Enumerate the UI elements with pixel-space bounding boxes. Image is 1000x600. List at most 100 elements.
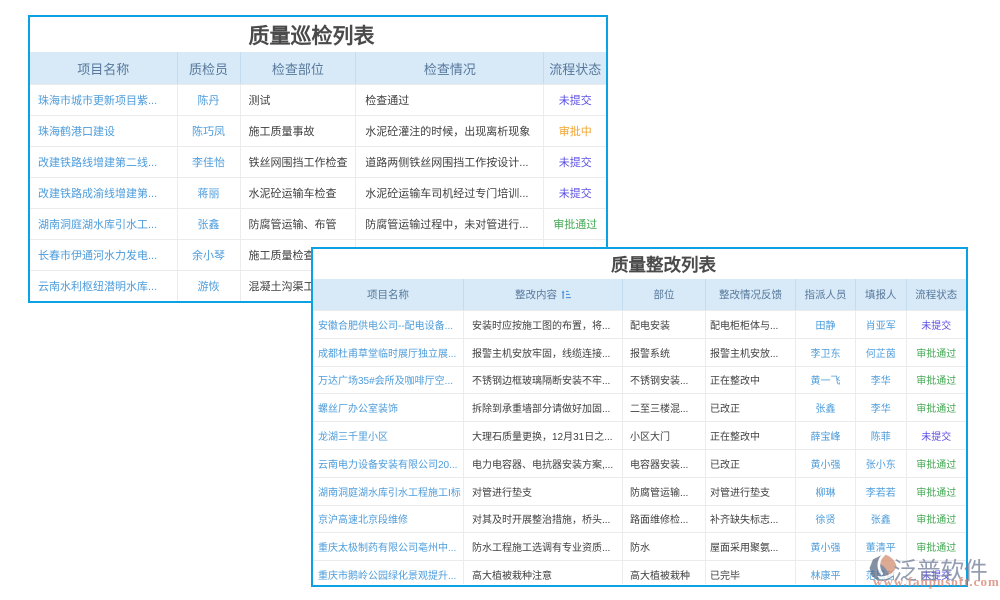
table-row[interactable]: 珠海市城市更新项目紫... 陈丹 测试 检查通过 未提交: [30, 84, 606, 115]
column-header-content-label: 整改内容: [515, 287, 557, 302]
reporter-cell: 陈菲: [856, 422, 907, 449]
project-link[interactable]: 改建铁路成渝线增建第...: [30, 178, 178, 208]
project-link[interactable]: 长春市伊通河水力发电...: [30, 240, 178, 270]
column-header-feedback: 整改情况反馈: [706, 279, 796, 310]
situation-cell: 检查通过: [356, 85, 544, 115]
inspector-cell: 余小琴: [178, 240, 241, 270]
reporter-cell: 肖亚军: [856, 311, 907, 338]
content-cell: 安装时应按施工图的布置，将...: [464, 311, 623, 338]
part-cell: 配电安装: [623, 311, 706, 338]
project-link[interactable]: 重庆市鹅岭公园绿化景观提升...: [313, 561, 464, 584]
feedback-cell: 屋面采用聚氨...: [706, 533, 796, 560]
project-link[interactable]: 湖南洞庭湖水库引水工...: [30, 209, 178, 239]
status-badge: 未提交: [544, 85, 606, 115]
content-cell: 大理石质量更换，12月31日之...: [464, 422, 623, 449]
table-row[interactable]: 改建铁路成渝线增建第... 蒋丽 水泥砼运输车检查 水泥砼运输车司机经过专门培训…: [30, 177, 606, 208]
assignee-cell: 黄一飞: [796, 367, 856, 394]
part-cell: 小区大门: [623, 422, 706, 449]
status-badge: 审批通过: [907, 506, 967, 533]
column-header-part: 检查部位: [241, 52, 357, 84]
project-link[interactable]: 万达广场35#会所及咖啡厅空...: [313, 367, 464, 394]
status-badge: 审批通过: [544, 209, 606, 239]
project-link[interactable]: 云南电力设备安装有限公司20...: [313, 450, 464, 477]
reporter-cell: 李若若: [856, 478, 907, 505]
project-link[interactable]: 龙湖三千里小区: [313, 422, 464, 449]
feedback-cell: 已改正: [706, 450, 796, 477]
column-header-project: 项目名称: [30, 52, 178, 84]
content-cell: 报警主机安放牢固，线缆连接...: [464, 339, 623, 366]
part-cell: 施工质量事故: [241, 116, 357, 146]
part-cell: 二至三楼混...: [623, 394, 706, 421]
sort-icon[interactable]: [561, 290, 571, 299]
feedback-cell: 已改正: [706, 394, 796, 421]
assignee-cell: 黄小强: [796, 450, 856, 477]
feedback-cell: 已完毕: [706, 561, 796, 584]
part-cell: 高大植被栽种: [623, 561, 706, 584]
table-row[interactable]: 改建铁路线增建第二线... 李佳怡 铁丝网围挡工作检查 道路两侧铁丝网围挡工作按…: [30, 146, 606, 177]
part-cell: 测试: [241, 85, 357, 115]
column-header-content[interactable]: 整改内容: [464, 279, 623, 310]
assignee-cell: 林康平: [796, 561, 856, 584]
project-link[interactable]: 云南水利枢纽潜明水库...: [30, 271, 178, 301]
reporter-cell: 张鑫: [856, 506, 907, 533]
table-row[interactable]: 湖南洞庭湖水库引水工程施工I标 对管进行垫支 防腐管运输... 对管进行垫支 柳…: [313, 477, 966, 505]
status-badge: 审批中: [544, 116, 606, 146]
situation-cell: 水泥砼灌注的时候，出现离析现象: [356, 116, 544, 146]
table-row[interactable]: 湖南洞庭湖水库引水工... 张鑫 防腐管运输、布管 防腐管运输过程中，未对管进行…: [30, 208, 606, 239]
part-cell: 防水: [623, 533, 706, 560]
table-row[interactable]: 云南电力设备安装有限公司20... 电力电容器、电抗器安装方案,... 电容器安…: [313, 449, 966, 477]
inspector-cell: 陈巧凤: [178, 116, 241, 146]
rectification-table-title: 质量整改列表: [313, 249, 966, 279]
situation-cell: 防腐管运输过程中，未对管进行...: [356, 209, 544, 239]
table-row[interactable]: 万达广场35#会所及咖啡厅空... 不锈钢边框玻璃隔断安装不牢... 不锈钢安装…: [313, 366, 966, 394]
status-badge: 审批通过: [907, 339, 967, 366]
project-link[interactable]: 珠海市城市更新项目紫...: [30, 85, 178, 115]
project-link[interactable]: 安徽合肥供电公司--配电设备...: [313, 311, 464, 338]
content-cell: 拆除到承重墙部分请做好加固...: [464, 394, 623, 421]
content-cell: 电力电容器、电抗器安装方案,...: [464, 450, 623, 477]
column-header-reporter: 填报人: [856, 279, 907, 310]
project-link[interactable]: 京沪高速北京段维修: [313, 506, 464, 533]
column-header-part: 部位: [623, 279, 706, 310]
reporter-cell: 李华: [856, 367, 907, 394]
project-link[interactable]: 珠海鹤港口建设: [30, 116, 178, 146]
status-badge: 审批通过: [907, 367, 967, 394]
column-header-assignee: 指派人员: [796, 279, 856, 310]
content-cell: 对其及时开展整治措施，桥头...: [464, 506, 623, 533]
project-link[interactable]: 螺丝厂办公室装饰: [313, 394, 464, 421]
status-badge: 未提交: [907, 311, 967, 338]
table-row[interactable]: 龙湖三千里小区 大理石质量更换，12月31日之... 小区大门 正在整改中 薛宝…: [313, 421, 966, 449]
project-link[interactable]: 湖南洞庭湖水库引水工程施工I标: [313, 478, 464, 505]
status-badge: 未提交: [907, 422, 967, 449]
project-link[interactable]: 重庆太极制药有限公司亳州中...: [313, 533, 464, 560]
table-row[interactable]: 成都杜甫草堂临时展厅独立展... 报警主机安放牢固，线缆连接... 报警系统 报…: [313, 338, 966, 366]
reporter-cell: 李华: [856, 394, 907, 421]
project-link[interactable]: 成都杜甫草堂临时展厅独立展...: [313, 339, 464, 366]
situation-cell: 水泥砼运输车司机经过专门培训...: [356, 178, 544, 208]
inspector-cell: 李佳怡: [178, 147, 241, 177]
rectification-table-body: 安徽合肥供电公司--配电设备... 安装时应按施工图的布置，将... 配电安装 …: [313, 310, 966, 584]
status-badge: 审批通过: [907, 450, 967, 477]
feedback-cell: 正在整改中: [706, 422, 796, 449]
feedback-cell: 正在整改中: [706, 367, 796, 394]
content-cell: 不锈钢边框玻璃隔断安装不牢...: [464, 367, 623, 394]
rectification-table: 质量整改列表 项目名称 整改内容 部位 整改情况反馈 指派人员 填报人 流程状态…: [311, 247, 968, 587]
page: 质量巡检列表 项目名称 质检员 检查部位 检查情况 流程状态 珠海市城市更新项目…: [0, 0, 1000, 600]
project-link[interactable]: 改建铁路线增建第二线...: [30, 147, 178, 177]
feedback-cell: 配电柜柜体与...: [706, 311, 796, 338]
feedback-cell: 报警主机安放...: [706, 339, 796, 366]
status-badge: 审批通过: [907, 394, 967, 421]
column-header-status: 流程状态: [907, 279, 967, 310]
part-cell: 不锈钢安装...: [623, 367, 706, 394]
reporter-cell: 张小东: [856, 450, 907, 477]
table-row[interactable]: 安徽合肥供电公司--配电设备... 安装时应按施工图的布置，将... 配电安装 …: [313, 310, 966, 338]
table-row[interactable]: 京沪高速北京段维修 对其及时开展整治措施，桥头... 路面维修检... 补齐缺失…: [313, 505, 966, 533]
table-row[interactable]: 螺丝厂办公室装饰 拆除到承重墙部分请做好加固... 二至三楼混... 已改正 张…: [313, 393, 966, 421]
status-badge: 未提交: [544, 178, 606, 208]
assignee-cell: 薛宝峰: [796, 422, 856, 449]
table-row[interactable]: 珠海鹤港口建设 陈巧凤 施工质量事故 水泥砼灌注的时候，出现离析现象 审批中: [30, 115, 606, 146]
part-cell: 防腐管运输、布管: [241, 209, 357, 239]
content-cell: 防水工程施工选调有专业资质...: [464, 533, 623, 560]
brand-url: www.fanpusoft.com: [873, 575, 1000, 588]
assignee-cell: 黄小强: [796, 533, 856, 560]
